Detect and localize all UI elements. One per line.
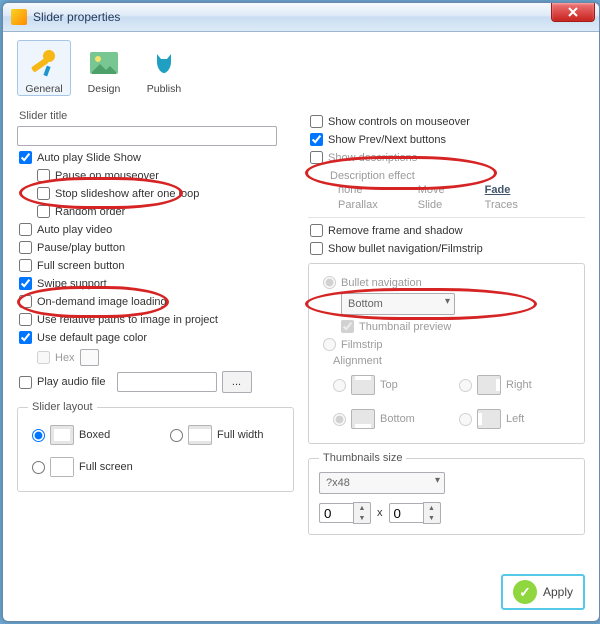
tab-design[interactable]: Design [77, 40, 131, 96]
titlebar: Slider properties [3, 3, 599, 32]
swipe-support-checkbox[interactable]: Swipe support [19, 277, 294, 290]
effect-move[interactable]: Move [418, 184, 445, 196]
thumb-size-select[interactable]: ?x48 [319, 472, 445, 494]
tab-label: General [25, 83, 62, 95]
layout-fullscreen-radio[interactable]: Full screen [32, 457, 142, 477]
effect-fade[interactable]: Fade [485, 184, 518, 196]
show-prev-next-checkbox[interactable]: Show Prev/Next buttons [310, 133, 585, 146]
app-icon [11, 9, 27, 25]
bullet-navigation-radio[interactable]: Bullet navigation [323, 276, 574, 289]
wrench-icon [26, 45, 62, 81]
close-icon [567, 7, 579, 17]
thumb-height-spinner[interactable]: ▲▼ [389, 502, 441, 524]
show-controls-mouseover-checkbox[interactable]: Show controls on mouseover [310, 115, 585, 128]
hex-row: Hex [37, 349, 294, 366]
hex-input[interactable] [80, 349, 99, 366]
effect-none[interactable]: none [338, 184, 378, 196]
boxed-icon [50, 425, 74, 445]
relative-paths-checkbox[interactable]: Use relative paths to image in project [19, 313, 294, 326]
fullscreen-icon [50, 457, 74, 477]
slider-title-input[interactable] [17, 126, 277, 146]
tab-strip: General Design Publish [17, 40, 585, 96]
tab-publish[interactable]: Publish [137, 40, 191, 96]
slider-title-label: Slider title [19, 110, 294, 122]
layout-boxed-radio[interactable]: Boxed [32, 425, 142, 445]
show-descriptions-checkbox[interactable]: Show descriptions [310, 151, 585, 164]
slider-properties-window: Slider properties General Design [2, 2, 600, 622]
effect-slide[interactable]: Slide [418, 199, 445, 211]
slider-layout-fieldset: Slider layout Boxed Full width Full scre… [17, 401, 294, 492]
align-left-icon [477, 409, 501, 429]
random-order-checkbox[interactable]: Random order [37, 205, 294, 218]
remove-frame-shadow-checkbox[interactable]: Remove frame and shadow [310, 224, 585, 237]
close-button[interactable] [551, 3, 595, 22]
align-bottom-radio[interactable]: Bottom [333, 409, 425, 429]
picture-icon [86, 45, 122, 81]
stop-after-one-loop-checkbox[interactable]: Stop slideshow after one loop [37, 187, 294, 200]
tab-label: Design [88, 83, 121, 95]
times-label: x [377, 507, 383, 519]
audio-path-input[interactable] [117, 372, 217, 392]
thumb-width-spinner[interactable]: ▲▼ [319, 502, 371, 524]
play-audio-checkbox[interactable]: Play audio file ... [19, 371, 294, 393]
align-left-radio[interactable]: Left [459, 409, 551, 429]
bullet-position-select[interactable]: Bottom [341, 293, 455, 315]
navigation-fieldset: Bullet navigation Bottom Thumbnail previ… [308, 263, 585, 444]
fullscreen-button-checkbox[interactable]: Full screen button [19, 259, 294, 272]
align-top-icon [351, 375, 375, 395]
thumbnails-size-fieldset: Thumbnails size ?x48 ▲▼ x ▲▼ [308, 452, 585, 535]
on-demand-loading-checkbox[interactable]: On-demand image loading [19, 295, 294, 308]
description-effect-options: none Parallax Move Slide Fade Traces [338, 184, 585, 211]
tab-general[interactable]: General [17, 40, 71, 96]
fullwidth-icon [188, 425, 212, 445]
alignment-label: Alignment [333, 355, 574, 367]
window-title: Slider properties [33, 10, 120, 24]
thumbnails-size-legend: Thumbnails size [319, 452, 406, 464]
align-right-icon [477, 375, 501, 395]
align-bottom-icon [351, 409, 375, 429]
default-page-color-checkbox[interactable]: Use default page color [19, 331, 294, 344]
tab-label: Publish [147, 83, 181, 95]
effect-parallax[interactable]: Parallax [338, 199, 378, 211]
show-bullet-filmstrip-checkbox[interactable]: Show bullet navigation/Filmstrip [310, 242, 585, 255]
align-right-radio[interactable]: Right [459, 375, 551, 395]
right-column: Show controls on mouseover Show Prev/Nex… [308, 110, 585, 606]
slider-layout-legend: Slider layout [28, 401, 97, 413]
apply-button[interactable]: ✓ Apply [501, 574, 585, 610]
check-icon: ✓ [513, 580, 537, 604]
layout-fullwidth-radio[interactable]: Full width [170, 425, 280, 445]
description-effect-label: Description effect [330, 170, 585, 182]
filmstrip-radio[interactable]: Filmstrip [323, 338, 574, 351]
pause-play-button-checkbox[interactable]: Pause/play button [19, 241, 294, 254]
align-top-radio[interactable]: Top [333, 375, 425, 395]
effect-traces[interactable]: Traces [485, 199, 518, 211]
left-column: Slider title Auto play Slide Show Pause … [17, 110, 294, 606]
browse-audio-button[interactable]: ... [222, 371, 252, 393]
autoplay-checkbox[interactable]: Auto play Slide Show [19, 151, 294, 164]
thumbnail-preview-checkbox[interactable]: Thumbnail preview [341, 320, 574, 333]
pause-on-mouseover-checkbox[interactable]: Pause on mouseover [37, 169, 294, 182]
autoplay-video-checkbox[interactable]: Auto play video [19, 223, 294, 236]
apply-label: Apply [543, 585, 573, 599]
cat-icon [146, 45, 182, 81]
